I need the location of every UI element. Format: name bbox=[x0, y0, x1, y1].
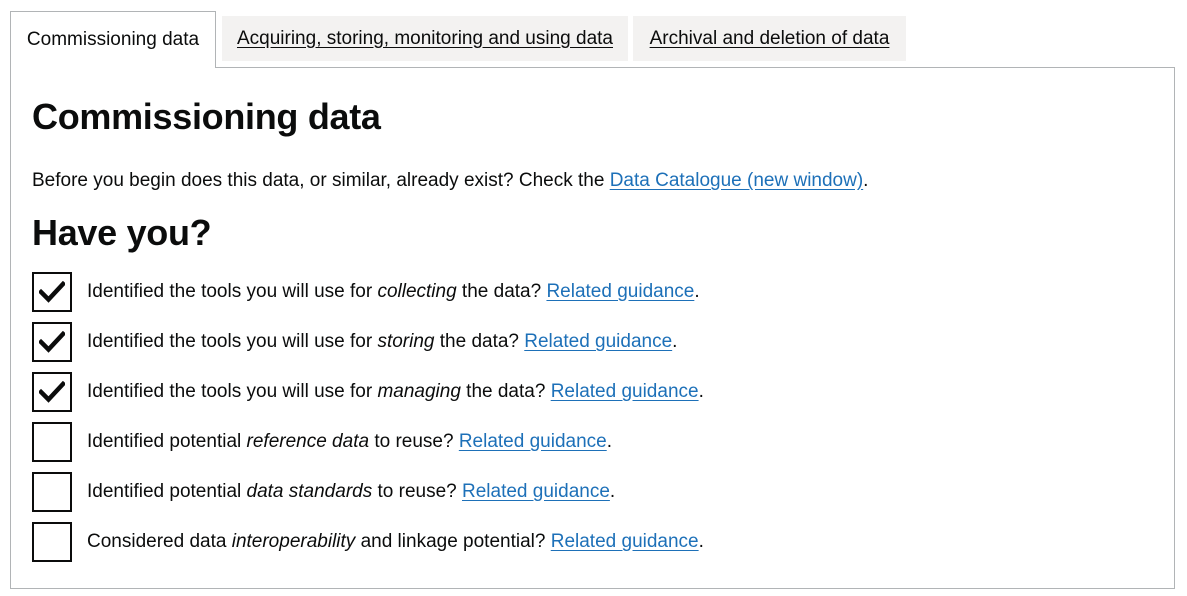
item-text-start: Identified the tools you will use for bbox=[87, 331, 378, 352]
related-guidance-link[interactable]: Related guidance bbox=[551, 531, 699, 552]
checklist-heading: Have you? bbox=[32, 212, 212, 253]
checklist-item-text: Identified the tools you will use for co… bbox=[87, 281, 700, 303]
tab-acquiring-storing-monitoring-using-data[interactable]: Acquiring, storing, monitoring and using… bbox=[222, 16, 628, 61]
item-text-start: Identified potential bbox=[87, 431, 247, 452]
item-text-start: Identified the tools you will use for bbox=[87, 281, 378, 302]
intro-text-end: . bbox=[863, 170, 869, 191]
item-emphasis: data standards bbox=[246, 481, 373, 502]
item-text-start: Identified potential bbox=[87, 481, 247, 502]
item-text-middle: and linkage potential? bbox=[355, 531, 551, 552]
item-text-end: . bbox=[698, 381, 704, 402]
item-text-middle: the data? bbox=[434, 331, 525, 352]
item-text-middle: to reuse? bbox=[369, 431, 459, 452]
checkbox[interactable] bbox=[32, 422, 72, 462]
item-text-start: Identified the tools you will use for bbox=[87, 381, 378, 402]
data-catalogue-link[interactable]: Data Catalogue (new window) bbox=[610, 170, 863, 191]
item-emphasis: reference data bbox=[246, 431, 370, 452]
tab-link[interactable]: Archival and deletion of data bbox=[650, 28, 890, 50]
item-text-end: . bbox=[606, 431, 612, 452]
item-text-middle: to reuse? bbox=[372, 481, 462, 502]
checkbox[interactable] bbox=[32, 322, 72, 362]
checklist-item-text: Identified the tools you will use for ma… bbox=[87, 381, 704, 403]
tab-link[interactable]: Acquiring, storing, monitoring and using… bbox=[237, 28, 613, 50]
related-guidance-link[interactable]: Related guidance bbox=[524, 331, 672, 352]
checkbox[interactable] bbox=[32, 522, 72, 562]
related-guidance-link[interactable]: Related guidance bbox=[551, 381, 699, 402]
item-emphasis: interoperability bbox=[231, 531, 356, 552]
tab-list: Commissioning data Acquiring, storing, m… bbox=[10, 11, 1175, 68]
checklist-item: Identified potential data standards to r… bbox=[32, 467, 704, 517]
item-text-middle: the data? bbox=[460, 381, 551, 402]
related-guidance-link[interactable]: Related guidance bbox=[462, 481, 610, 502]
item-emphasis: collecting bbox=[377, 281, 457, 302]
checkbox[interactable] bbox=[32, 272, 72, 312]
item-emphasis: storing bbox=[377, 331, 435, 352]
tab-commissioning-data[interactable]: Commissioning data bbox=[10, 11, 216, 68]
checklist: Identified the tools you will use for co… bbox=[32, 267, 704, 567]
intro-text: Before you begin does this data, or simi… bbox=[32, 170, 868, 192]
item-text-end: . bbox=[609, 481, 616, 502]
related-guidance-link[interactable]: Related guidance bbox=[459, 431, 607, 452]
checklist-item: Identified the tools you will use for co… bbox=[32, 267, 704, 317]
checklist-item: Identified the tools you will use for ma… bbox=[32, 367, 704, 417]
checkmark-icon bbox=[39, 331, 65, 353]
item-text-end: . bbox=[698, 531, 704, 552]
item-text-middle: the data? bbox=[456, 281, 547, 302]
item-emphasis: managing bbox=[377, 381, 461, 402]
checkmark-icon bbox=[39, 381, 65, 403]
tab-panel: Commissioning data Before you begin does… bbox=[10, 67, 1175, 589]
checklist-item: Identified potential reference data to r… bbox=[32, 417, 704, 467]
checklist-item-text: Identified the tools you will use for st… bbox=[87, 331, 677, 353]
checklist-item: Considered data interoperability and lin… bbox=[32, 517, 704, 567]
checkbox[interactable] bbox=[32, 472, 72, 512]
checkmark-icon bbox=[39, 281, 65, 303]
checklist-item-text: Identified potential data standards to r… bbox=[87, 481, 615, 503]
tab-label: Commissioning data bbox=[26, 29, 200, 50]
tab-archival-deletion-data[interactable]: Archival and deletion of data bbox=[633, 16, 906, 61]
checklist-item: Identified the tools you will use for st… bbox=[32, 317, 704, 367]
panel-title: Commissioning data bbox=[32, 96, 381, 137]
intro-text-start: Before you begin does this data, or simi… bbox=[32, 170, 610, 191]
item-text-end: . bbox=[694, 281, 700, 302]
checklist-item-text: Considered data interoperability and lin… bbox=[87, 531, 704, 553]
related-guidance-link[interactable]: Related guidance bbox=[546, 281, 694, 302]
checkbox[interactable] bbox=[32, 372, 72, 412]
item-text-start: Considered data bbox=[87, 531, 232, 552]
checklist-item-text: Identified potential reference data to r… bbox=[87, 431, 612, 453]
item-text-end: . bbox=[672, 331, 678, 352]
